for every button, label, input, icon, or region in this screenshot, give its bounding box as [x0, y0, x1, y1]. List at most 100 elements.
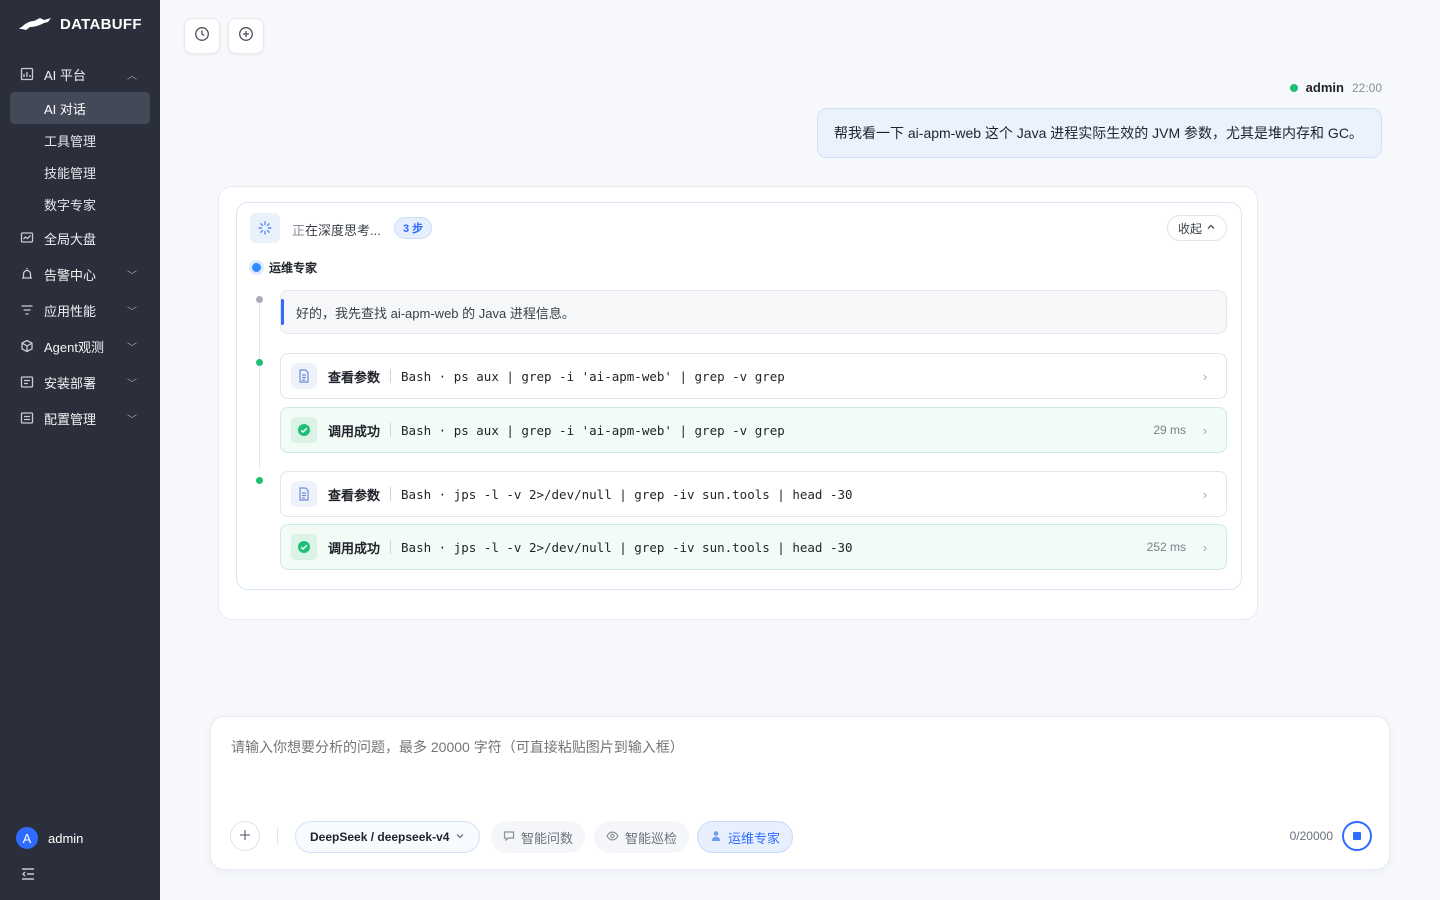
- sidebar-group-label: 告警中心: [44, 267, 97, 283]
- new-chat-button[interactable]: [228, 18, 264, 54]
- tool-call-success-row[interactable]: 调用成功 Bash · jps -l -v 2>/dev/null | grep…: [280, 524, 1227, 570]
- sidebar-item-skill-management[interactable]: 技能管理: [10, 156, 150, 188]
- sidebar-item-tool-management[interactable]: 工具管理: [10, 124, 150, 156]
- eye-icon: [606, 830, 619, 845]
- sidebar-group-label: 全局大盘: [44, 231, 97, 247]
- user-profile[interactable]: A admin: [16, 827, 83, 849]
- thinking-panel: 正在深度思考... 3 步 收起 运维专家 好的，我先查找 ai-apm-web…: [236, 202, 1242, 590]
- attach-button[interactable]: [230, 821, 260, 851]
- tool-call-params-row[interactable]: 查看参数 Bash · ps aux | grep -i 'ai-apm-web…: [280, 353, 1227, 399]
- model-select[interactable]: DeepSeek / deepseek-v4: [295, 821, 481, 853]
- mode-label: 智能巡检: [625, 830, 678, 846]
- avatar: A: [16, 827, 38, 849]
- check-circle-icon: [291, 534, 317, 560]
- sidebar-group-agent-observability[interactable]: Agent观测 ﹀: [10, 328, 150, 364]
- chevron-right-icon: ›: [1202, 368, 1208, 384]
- clock-icon: [194, 26, 210, 47]
- user-name: admin: [48, 830, 84, 846]
- chevron-down-icon: ﹀: [127, 414, 137, 426]
- chevron-right-icon: ›: [1202, 486, 1208, 502]
- char-counter: 0/20000: [1289, 829, 1333, 843]
- tool-call-params-row[interactable]: 查看参数 Bash · jps -l -v 2>/dev/null | grep…: [280, 471, 1227, 517]
- sidebar-group-config-management[interactable]: 配置管理 ﹀: [10, 400, 150, 436]
- chevron-right-icon: ›: [1202, 539, 1208, 555]
- thinking-status-text: 在深度思考...: [305, 223, 381, 238]
- thinking-status-prefix: 正: [292, 223, 306, 238]
- sidebar: DATABUFF AI 平台 ︿ AI 对话 工具管理 技能管理 数字专家 全局…: [0, 0, 160, 900]
- sidebar-group-label: 安装部署: [44, 375, 97, 391]
- document-icon: [291, 363, 317, 389]
- chat-composer: DeepSeek / deepseek-v4 智能问数 智能巡检 运维专家 0/…: [210, 716, 1390, 870]
- chevron-down-icon: [455, 830, 465, 844]
- databuff-logo[interactable]: DATABUFF: [18, 14, 142, 34]
- tool-call-command: Bash · jps -l -v 2>/dev/null | grep -iv …: [401, 539, 853, 555]
- sidebar-nav: AI 平台 ︿ AI 对话 工具管理 技能管理 数字专家 全局大盘 告警中心 ﹀…: [10, 56, 150, 436]
- chat-input[interactable]: [231, 739, 1331, 755]
- separator: [390, 487, 392, 501]
- sidebar-group-app-performance[interactable]: 应用性能 ﹀: [10, 292, 150, 328]
- chevron-down-icon: ﹀: [127, 342, 137, 354]
- timeline-dot: [256, 477, 263, 484]
- separator: [390, 423, 392, 437]
- chevron-down-icon: ﹀: [127, 270, 137, 282]
- sidebar-item-ai-chat[interactable]: AI 对话: [10, 92, 150, 124]
- document-icon: [291, 481, 317, 507]
- dashboard-icon: [20, 231, 34, 245]
- thinking-status: 正在深度思考...: [292, 220, 381, 239]
- alarm-icon: [20, 267, 34, 281]
- steps-badge: 3 步: [394, 217, 433, 239]
- assistant-response-card: 正在深度思考... 3 步 收起 运维专家 好的，我先查找 ai-apm-web…: [218, 186, 1258, 620]
- chevron-down-icon: ﹀: [127, 378, 137, 390]
- sidebar-group-label: 配置管理: [44, 411, 97, 427]
- config-icon: [20, 411, 34, 425]
- chevron-up-icon: [1206, 221, 1216, 235]
- tool-call-title: 查看参数: [328, 487, 381, 503]
- plus-circle-icon: [238, 26, 254, 47]
- agent-name: 运维专家: [269, 261, 318, 275]
- mode-smart-inspection[interactable]: 智能巡检: [594, 821, 690, 853]
- agent-label: 运维专家: [252, 259, 317, 276]
- chat-data-icon: [503, 830, 515, 845]
- sidebar-group-label: 应用性能: [44, 303, 97, 319]
- cube-icon: [20, 339, 34, 353]
- stop-icon: [1353, 832, 1361, 840]
- collapse-label: 收起: [1177, 221, 1202, 236]
- collapse-sidebar-icon[interactable]: [20, 866, 36, 882]
- mode-ops-expert[interactable]: 运维专家: [697, 821, 794, 853]
- spinner-icon: [250, 213, 280, 243]
- sidebar-group-ai-platform[interactable]: AI 平台 ︿: [10, 56, 150, 92]
- timeline-line: [259, 303, 260, 468]
- timeline-dot: [256, 359, 263, 366]
- install-icon: [20, 375, 34, 389]
- history-button[interactable]: [184, 18, 220, 54]
- panther-logo-icon: [18, 15, 54, 33]
- stop-generation-button[interactable]: [1342, 821, 1372, 851]
- sidebar-item-digital-expert[interactable]: 数字专家: [10, 188, 150, 220]
- check-circle-icon: [291, 417, 317, 443]
- mode-smart-query[interactable]: 智能问数: [491, 821, 586, 853]
- message-author: admin: [1305, 80, 1344, 95]
- person-icon: [710, 830, 722, 845]
- online-status-dot: [1289, 83, 1298, 92]
- brand-name: DATABUFF: [60, 15, 142, 33]
- collapse-button[interactable]: 收起: [1166, 215, 1227, 241]
- list-filter-icon: [20, 303, 34, 317]
- tool-call-command: Bash · ps aux | grep -i 'ai-apm-web' | g…: [401, 422, 785, 438]
- tool-call-command: Bash · jps -l -v 2>/dev/null | grep -iv …: [401, 486, 853, 502]
- ai-chart-icon: [20, 67, 34, 81]
- tool-call-title: 调用成功: [328, 540, 381, 556]
- sidebar-group-alarm-center[interactable]: 告警中心 ﹀: [10, 256, 150, 292]
- divider: [277, 827, 278, 845]
- user-message-bubble: 帮我看一下 ai-apm-web 这个 Java 进程实际生效的 JVM 参数，…: [817, 108, 1382, 158]
- sidebar-group-label: Agent观测: [44, 339, 104, 355]
- assistant-note: 好的，我先查找 ai-apm-web 的 Java 进程信息。: [280, 290, 1227, 334]
- message-time: 22:00: [1351, 80, 1382, 95]
- tool-call-title: 调用成功: [328, 423, 381, 439]
- separator: [390, 540, 392, 554]
- sidebar-item-global-dashboard[interactable]: 全局大盘: [10, 220, 150, 256]
- mode-label: 智能问数: [521, 830, 574, 846]
- tool-call-title: 查看参数: [328, 369, 381, 385]
- model-select-value: DeepSeek / deepseek-v4: [310, 830, 450, 844]
- sidebar-group-install-deploy[interactable]: 安装部署 ﹀: [10, 364, 150, 400]
- tool-call-success-row[interactable]: 调用成功 Bash · ps aux | grep -i 'ai-apm-web…: [280, 407, 1227, 453]
